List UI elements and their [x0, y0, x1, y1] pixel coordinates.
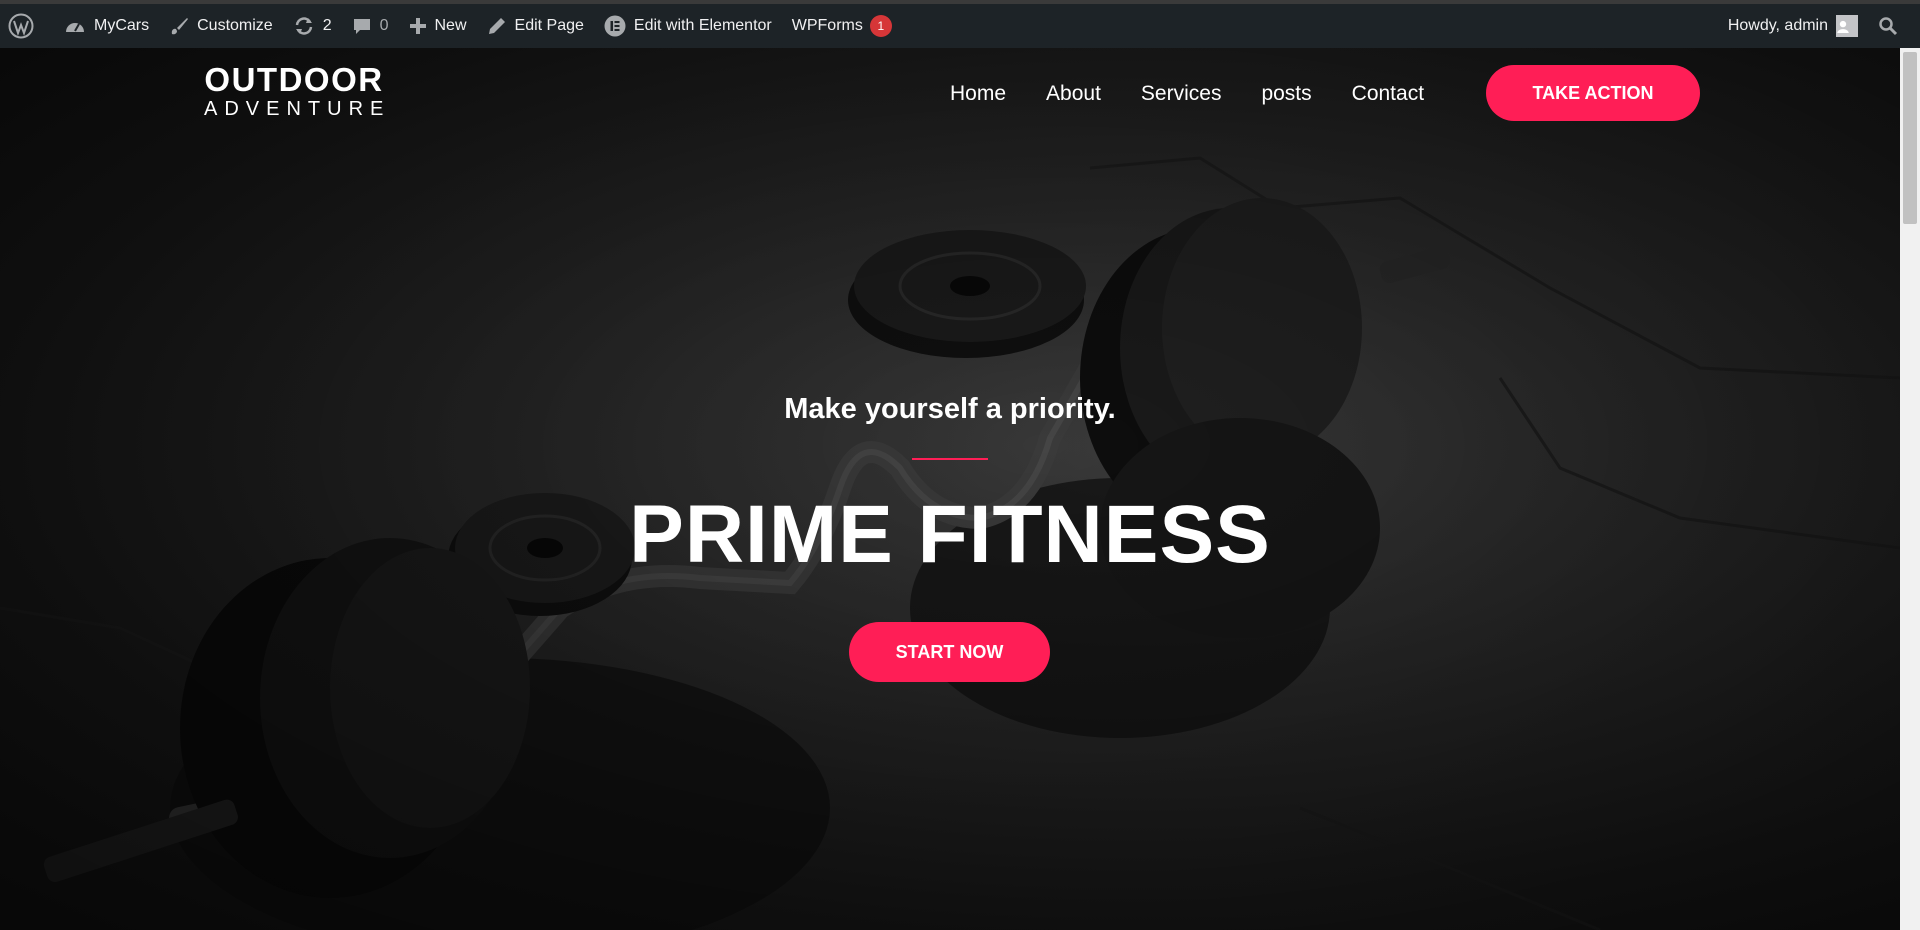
hero-section: OUTDOOR ADVENTURE Home About Services po…	[0, 48, 1900, 930]
site-name-label: MyCars	[94, 17, 150, 34]
site-logo[interactable]: OUTDOOR ADVENTURE	[198, 61, 391, 121]
elementor-icon	[604, 15, 626, 37]
wpforms-link[interactable]: WPForms 1	[782, 4, 902, 48]
nav-about[interactable]: About	[1046, 82, 1101, 106]
scrollbar-thumb[interactable]	[1903, 52, 1917, 224]
updates-icon	[295, 17, 312, 35]
dashboard-icon	[66, 23, 84, 32]
search-button[interactable]	[1868, 4, 1920, 48]
hero-headline: PRIME FITNESS	[629, 489, 1271, 580]
accent-divider	[912, 458, 988, 460]
nav-contact[interactable]: Contact	[1352, 82, 1424, 106]
logo-main-text: OUTDOOR	[204, 61, 384, 98]
search-icon	[1879, 17, 1898, 36]
plus-icon	[409, 18, 426, 34]
notification-badge: 1	[869, 15, 892, 37]
brush-icon	[171, 18, 189, 35]
my-account-link[interactable]: Howdy, admin	[1718, 4, 1868, 48]
logo-sub-text: ADVENTURE	[204, 98, 391, 120]
avatar	[1836, 15, 1858, 37]
main-navigation: Home About Services posts Contact	[950, 74, 1464, 114]
wpforms-label: WPForms	[791, 17, 863, 34]
updates-link[interactable]: 2	[283, 4, 342, 48]
comment-icon	[353, 19, 370, 34]
user-icon	[1837, 20, 1849, 33]
nav-posts[interactable]: posts	[1261, 82, 1311, 106]
site-name-link[interactable]: MyCars	[54, 4, 159, 48]
nav-home[interactable]: Home	[950, 82, 1006, 106]
edit-with-elementor-link[interactable]: Edit with Elementor	[594, 4, 782, 48]
nav-services[interactable]: Services	[1141, 82, 1222, 106]
customize-link[interactable]: Customize	[159, 4, 283, 48]
comments-count: 0	[379, 17, 389, 34]
hero-tagline: Make yourself a priority.	[784, 393, 1116, 425]
start-now-button[interactable]: START NOW	[849, 622, 1050, 682]
customize-label: Customize	[197, 17, 273, 34]
new-label: New	[434, 17, 467, 34]
pencil-icon	[488, 18, 505, 34]
new-content-link[interactable]: New	[399, 4, 477, 48]
take-action-button[interactable]: TAKE ACTION	[1486, 65, 1700, 121]
edit-page-link[interactable]: Edit Page	[477, 4, 594, 48]
comments-link[interactable]: 0	[342, 4, 399, 48]
page-scrollbar[interactable]	[1900, 48, 1920, 930]
wordpress-logo-button[interactable]	[0, 4, 54, 48]
updates-count: 2	[322, 17, 332, 34]
howdy-label: Howdy, admin	[1727, 17, 1828, 34]
edit-page-label: Edit Page	[514, 17, 584, 34]
edit-elementor-label: Edit with Elementor	[633, 17, 772, 34]
wp-admin-bar: MyCars Customize 2 0 New Edit Page Edit …	[0, 4, 1920, 48]
wordpress-icon	[8, 13, 34, 39]
